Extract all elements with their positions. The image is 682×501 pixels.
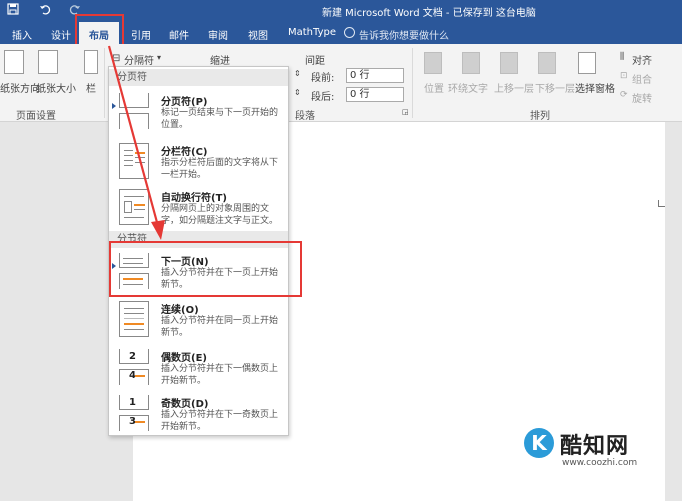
watermark-logo: K <box>524 428 554 458</box>
red-arrow-icon <box>107 45 165 240</box>
watermark-name: 酷知网 <box>560 434 630 459</box>
watermark-url: www.coozhi.com <box>562 458 638 468</box>
